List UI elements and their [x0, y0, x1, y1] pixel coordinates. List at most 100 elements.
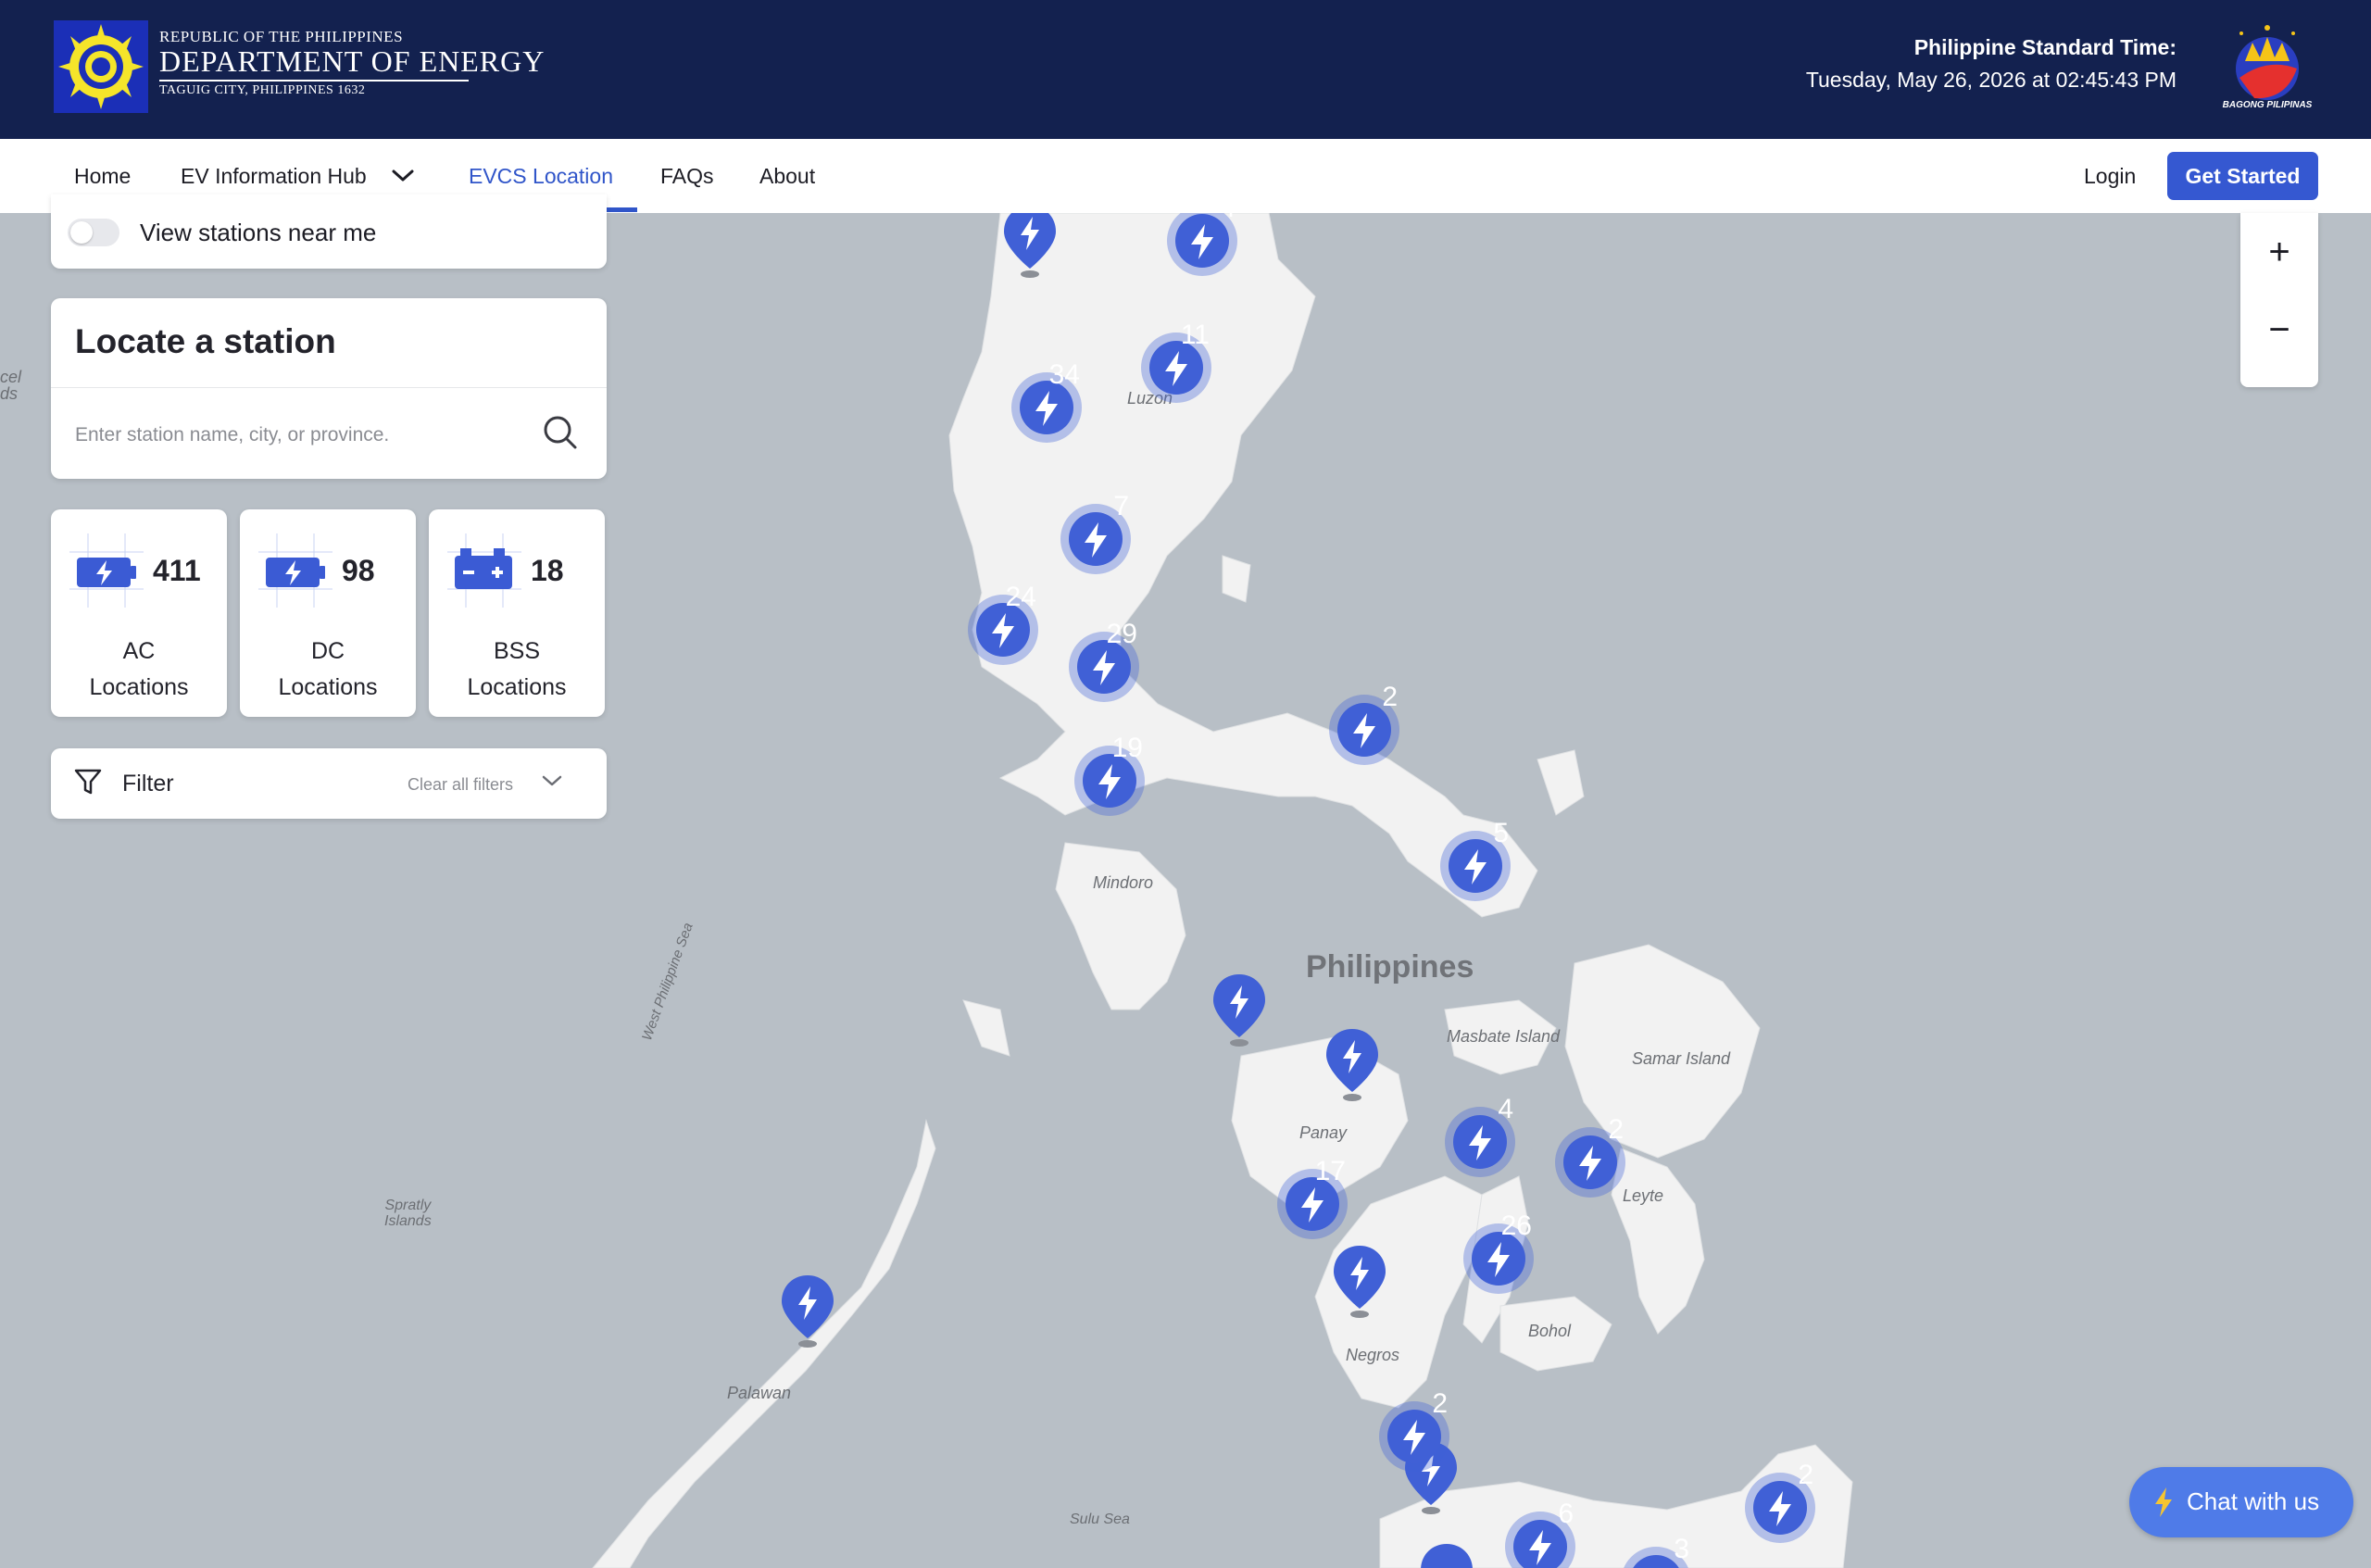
dc-label-line2: Locations [278, 674, 378, 700]
zoom-out-button[interactable]: − [2240, 291, 2318, 369]
chevron-down-icon[interactable] [540, 772, 564, 791]
dc-charger-icon [258, 533, 332, 608]
get-started-button[interactable]: Get Started [2167, 152, 2318, 200]
cluster-count: 3 [1674, 1534, 1689, 1564]
login-link[interactable]: Login [2084, 139, 2136, 213]
filter-card[interactable]: Filter Clear all filters [51, 748, 607, 819]
station-cluster[interactable]: 2 [1553, 1114, 1627, 1199]
near-me-label: View stations near me [140, 219, 377, 246]
station-cluster[interactable]: 4 [1165, 213, 1239, 278]
cluster-count: 4 [1165, 213, 1239, 224]
ac-count: 411 [153, 554, 201, 587]
top-header: Republic of the Philippines Department o… [0, 0, 2371, 139]
locate-station-card: Locate a station [51, 298, 607, 479]
map-label-philippines: Philippines [1306, 949, 1474, 985]
cluster-count: 19 [1111, 733, 1143, 763]
cluster-count: 34 [1048, 359, 1080, 390]
station-pin[interactable] [1211, 972, 1267, 1048]
near-me-card: View stations near me [51, 194, 607, 269]
station-cluster[interactable]: 26 [1461, 1210, 1536, 1296]
map-label-bohol: Bohol [1528, 1322, 1572, 1340]
map-label-spratly-line1: Spratly [384, 1198, 432, 1213]
bss-label-line2: Locations [467, 674, 567, 700]
map-label-panay: Panay [1299, 1123, 1348, 1142]
map-label-spratly: Spratly Islands [384, 1198, 432, 1229]
dc-count: 98 [342, 554, 375, 587]
station-pin[interactable] [1324, 1027, 1380, 1103]
bss-label: BSS Locations [429, 633, 605, 706]
map-label-leyte: Leyte [1623, 1186, 1664, 1205]
map-label-edge-line2: ds [0, 384, 19, 403]
org-city: Taguig City, Philippines 1632 [159, 83, 366, 97]
bolt-icon [2155, 1487, 2172, 1517]
station-pin[interactable] [1002, 213, 1058, 280]
cluster-count: 2 [1382, 682, 1398, 712]
cluster-count: 2 [1798, 1460, 1813, 1490]
station-cluster[interactable]: 34 [1010, 359, 1084, 445]
map-label-negros: Negros [1346, 1346, 1400, 1364]
map-label-palawan: Palawan [727, 1384, 792, 1402]
cluster-count: 7 [1113, 491, 1129, 521]
cluster-count: 4 [1498, 1094, 1513, 1124]
chat-with-us-button[interactable]: Chat with us [2129, 1467, 2353, 1537]
ac-label-line2: Locations [89, 674, 189, 700]
stat-card-bss[interactable]: 18 BSS Locations [429, 509, 605, 717]
chat-label: Chat with us [2187, 1487, 2320, 1515]
near-me-toggle[interactable] [68, 219, 119, 246]
bss-label-line1: BSS [493, 638, 541, 664]
station-cluster[interactable]: 2 [1743, 1460, 1817, 1545]
station-search-input[interactable] [73, 411, 540, 459]
dc-label-line1: DC [310, 638, 345, 664]
station-cluster[interactable]: 29 [1067, 619, 1141, 704]
map-label-masbate: Masbate Island [1447, 1027, 1561, 1046]
filter-label: Filter [122, 771, 174, 797]
station-cluster[interactable]: 24 [966, 582, 1040, 667]
cluster-count: 11 [1180, 320, 1210, 350]
station-cluster[interactable]: 3 [1619, 1534, 1693, 1568]
map-label-mindoro: Mindoro [1093, 873, 1154, 892]
doe-seal-logo[interactable] [54, 20, 148, 113]
toggle-knob [70, 221, 93, 244]
map-label-spratly-line2: Islands [384, 1213, 432, 1229]
doe-wordmark: Republic of the Philippines Department o… [159, 28, 545, 98]
org-name: Department of Energy [159, 44, 546, 78]
clear-filters-link[interactable]: Clear all filters [408, 775, 513, 795]
ac-label-line1: AC [122, 638, 156, 664]
search-icon[interactable] [537, 409, 583, 456]
cluster-count: 6 [1558, 1499, 1574, 1529]
map-label-edge: cel ds [0, 369, 21, 402]
wordmark-rule [159, 80, 469, 82]
station-cluster[interactable]: 19 [1073, 733, 1147, 818]
zoom-in-button[interactable]: + [2240, 213, 2318, 291]
zoom-controls: + − [2240, 213, 2318, 387]
station-cluster[interactable]: 2 [1377, 1388, 1451, 1474]
station-pin[interactable] [1332, 1244, 1387, 1320]
station-cluster[interactable]: 2 [1327, 682, 1401, 767]
station-pin[interactable] [780, 1273, 835, 1349]
cluster-count: 26 [1500, 1210, 1532, 1241]
standard-time-label: Philippine Standard Time: [1913, 35, 2177, 59]
battery-swap-icon [447, 533, 521, 608]
org-republic: Republic of the Philippines [159, 28, 404, 45]
station-pin[interactable] [1419, 1542, 1474, 1568]
station-cluster[interactable]: 6 [1503, 1499, 1577, 1568]
stat-card-ac[interactable]: 411 AC Locations [51, 509, 227, 717]
station-cluster[interactable]: 5 [1438, 818, 1512, 903]
station-cluster[interactable]: 11 [1139, 320, 1213, 405]
bss-count: 18 [531, 554, 564, 587]
divider [51, 387, 607, 388]
dc-label: DC Locations [240, 633, 416, 706]
nav-faqs[interactable]: FAQs [660, 139, 714, 213]
standard-time-value: Tuesday, May 26, 2026 at 02:45:43 PM [1805, 68, 2177, 92]
station-cluster[interactable]: 7 [1059, 491, 1133, 576]
ac-charger-icon [69, 533, 144, 608]
stat-card-dc[interactable]: 98 DC Locations [240, 509, 416, 717]
cluster-count: 24 [1005, 582, 1036, 612]
station-cluster[interactable]: 4 [1443, 1094, 1517, 1179]
filter-icon [74, 769, 102, 795]
cluster-count: 5 [1493, 818, 1509, 848]
station-cluster[interactable]: 17 [1275, 1156, 1349, 1241]
nav-about[interactable]: About [759, 139, 815, 213]
map-label-samar: Samar Island [1632, 1049, 1731, 1068]
chevron-down-icon[interactable] [389, 167, 417, 185]
